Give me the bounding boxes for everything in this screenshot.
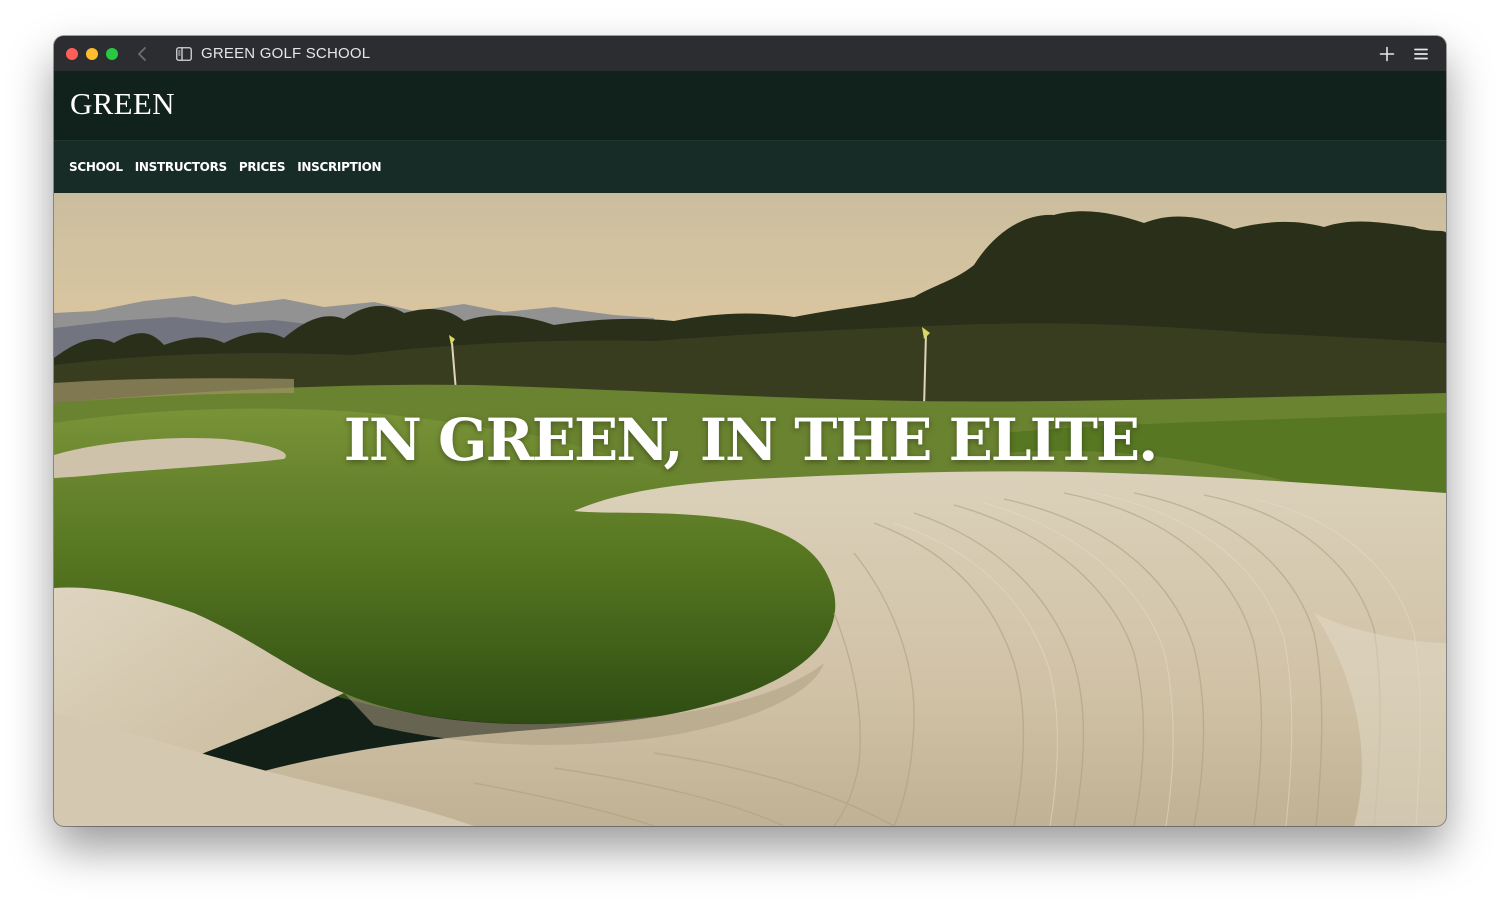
- browser-menu-button[interactable]: [1413, 46, 1429, 62]
- hero-image: [54, 193, 1446, 826]
- hero-headline: IN GREEN, IN THE ELITE.: [343, 406, 1159, 474]
- main-navigation: SCHOOL INSTRUCTORS PRICES INSCRIPTION: [54, 141, 1446, 193]
- back-button[interactable]: [134, 45, 152, 63]
- nav-link-instructors[interactable]: INSTRUCTORS: [135, 160, 227, 174]
- site-header: GREEN: [54, 72, 1446, 141]
- plus-icon: [1379, 46, 1395, 62]
- sidebar-icon: [176, 47, 192, 61]
- site-logo[interactable]: GREEN: [70, 86, 175, 122]
- nav-list: SCHOOL INSTRUCTORS PRICES INSCRIPTION: [69, 141, 382, 193]
- browser-window: GREEN GOLF SCHOOL GREEN SCHOOL INSTRUCTO…: [54, 36, 1446, 826]
- hamburger-menu-icon: [1414, 48, 1428, 60]
- nav-link-school[interactable]: SCHOOL: [69, 160, 123, 174]
- nav-link-inscription[interactable]: INSCRIPTION: [297, 160, 381, 174]
- hero-section: IN GREEN, IN THE ELITE.: [54, 193, 1446, 826]
- maximize-window-button[interactable]: [106, 48, 118, 60]
- page-title: GREEN GOLF SCHOOL: [201, 45, 371, 62]
- browser-titlebar: GREEN GOLF SCHOOL: [54, 36, 1446, 72]
- sidebar-toggle-button[interactable]: [176, 47, 192, 61]
- close-window-button[interactable]: [66, 48, 78, 60]
- nav-link-prices[interactable]: PRICES: [239, 160, 286, 174]
- minimize-window-button[interactable]: [86, 48, 98, 60]
- chevron-left-icon: [138, 47, 146, 61]
- new-tab-button[interactable]: [1378, 45, 1396, 63]
